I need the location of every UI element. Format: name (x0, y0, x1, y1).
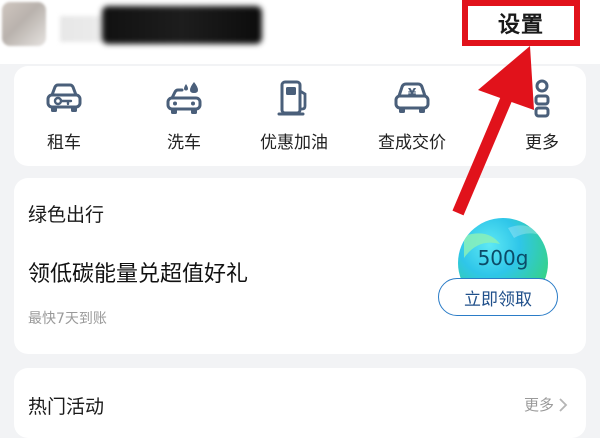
card-title: 绿色出行 (28, 204, 105, 226)
service-discount-fuel[interactable]: 优惠加油 (244, 76, 344, 156)
hot-activities-card: 热门活动 更多 (14, 368, 586, 438)
energy-amount: 500g (477, 246, 529, 270)
promo-headline: 领低碳能量兑超值好礼 (28, 262, 249, 287)
car-price-icon: ¥ (390, 76, 434, 120)
settings-label: 设置 (497, 13, 544, 38)
services-card: 租车 洗车 优惠加油 ¥ 查成交价 更多 (14, 66, 586, 166)
settings-button[interactable]: 设置 (462, 0, 580, 46)
svg-text:¥: ¥ (408, 86, 417, 100)
service-label: 更多 (525, 133, 559, 153)
service-more[interactable]: 更多 (492, 76, 592, 156)
service-check-price[interactable]: ¥ 查成交价 (362, 76, 462, 156)
car-wash-icon (162, 76, 206, 120)
service-rent-car[interactable]: 租车 (14, 76, 114, 156)
username (102, 6, 262, 44)
section-title: 热门活动 (28, 396, 105, 418)
profile-header: 设置 (0, 0, 600, 64)
green-travel-card[interactable]: 绿色出行 领低碳能量兑超值好礼 最快7天到账 500g 立即领取 (14, 178, 586, 354)
claim-button[interactable]: 立即领取 (438, 278, 558, 316)
avatar[interactable] (2, 2, 46, 46)
service-car-wash[interactable]: 洗车 (134, 76, 234, 156)
more-link[interactable]: 更多 (524, 394, 568, 415)
more-grid-icon (520, 76, 564, 120)
chevron-right-icon (559, 397, 568, 412)
promo-subtitle: 最快7天到账 (28, 311, 107, 327)
more-label: 更多 (523, 396, 554, 414)
service-label: 租车 (47, 133, 81, 153)
service-label: 优惠加油 (260, 133, 328, 153)
service-label: 洗车 (167, 133, 201, 153)
fuel-pump-icon (272, 76, 316, 120)
service-label: 查成交价 (378, 133, 446, 153)
car-key-icon (42, 76, 86, 120)
